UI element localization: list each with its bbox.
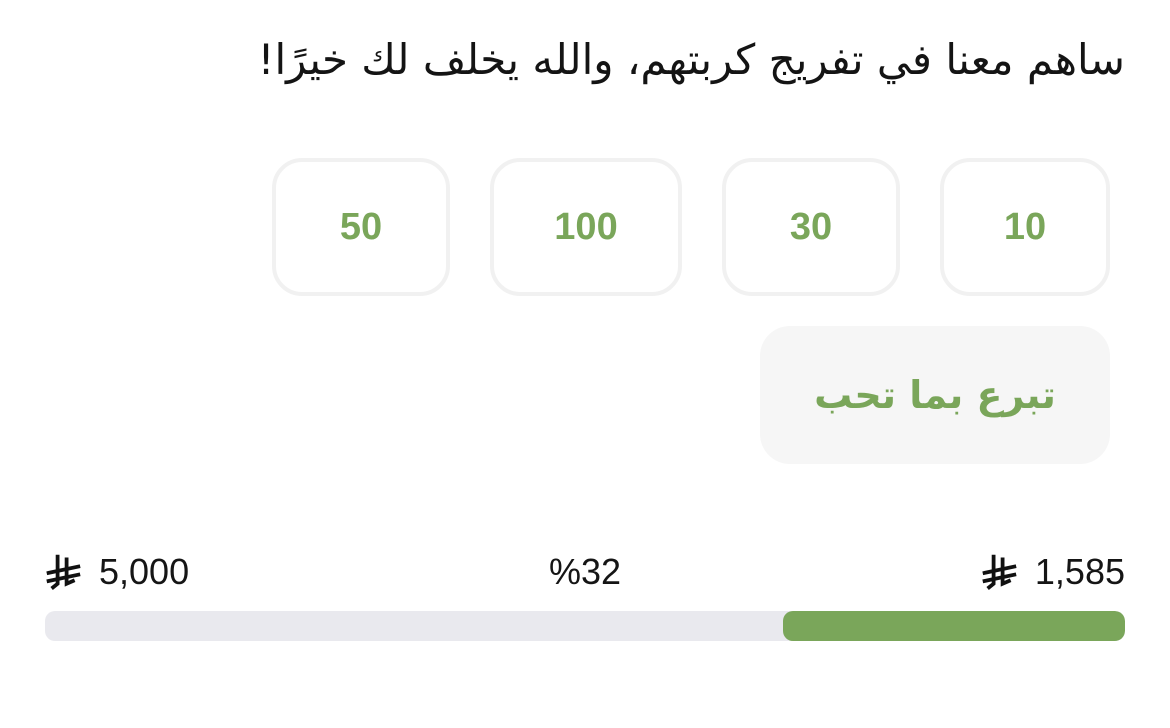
amount-button-50[interactable]: 50	[272, 158, 450, 296]
amount-options: 10 30 100 50	[272, 158, 1110, 296]
goal-amount: 5,000	[45, 548, 189, 596]
goal-value: 5,000	[99, 551, 190, 592]
saudi-riyal-icon	[982, 554, 1017, 590]
amount-button-30[interactable]: 30	[722, 158, 900, 296]
amount-button-100[interactable]: 100	[490, 158, 682, 296]
progress-percent: %32	[548, 551, 622, 592]
saudi-riyal-icon	[46, 554, 81, 590]
raised-amount: 1,585	[981, 548, 1125, 596]
progress-stats: 1,585 %32 5,000	[45, 548, 1125, 596]
amount-button-10[interactable]: 10	[940, 158, 1110, 296]
progress-track	[45, 611, 1125, 641]
donation-headline: ساهم معنا في تفريج كربتهم، والله يخلف لك…	[257, 35, 1125, 84]
raised-value: 1,585	[1034, 551, 1125, 592]
progress-fill	[782, 611, 1125, 641]
custom-amount-button[interactable]: تبرع بما تحب	[760, 326, 1110, 464]
